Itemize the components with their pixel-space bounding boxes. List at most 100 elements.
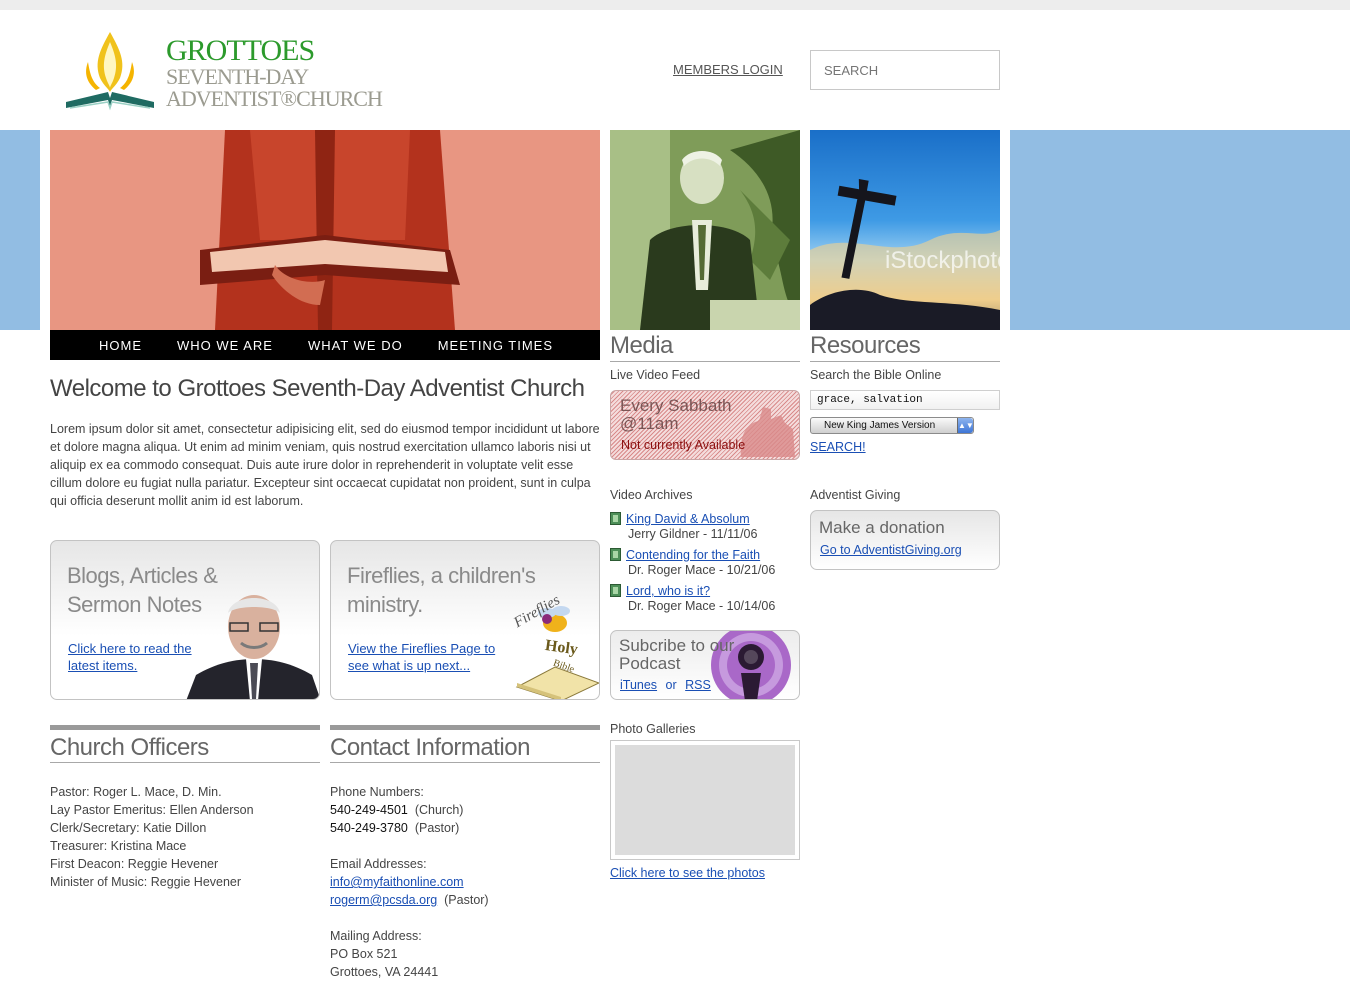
phone-label: Phone Numbers: <box>330 785 424 799</box>
pastor-portrait-icon <box>186 595 319 699</box>
email-row: rogerm@pcsda.org (Pastor) <box>330 891 600 909</box>
officer-item: Clerk/Secretary: Katie Dillon <box>50 821 207 835</box>
email-note: (Pastor) <box>444 893 489 907</box>
officers-top-rule <box>50 725 320 730</box>
nav-meeting-times[interactable]: MEETING TIMES <box>438 338 553 353</box>
archive-link[interactable]: Lord, who is it? <box>626 584 710 598</box>
podcast-or: or <box>665 678 677 692</box>
phone-row: 540-249-4501 (Church) <box>330 801 600 819</box>
video-archive-list: King David & Absolum Jerry Gildner - 11/… <box>610 511 800 613</box>
donate-box: Make a donation Go to AdventistGiving.or… <box>810 510 1000 570</box>
live-video-box[interactable]: Every Sabbath @11am Not currently Availa… <box>610 390 800 460</box>
officers-section: Church Officers Pastor: Roger L. Mace, D… <box>50 725 320 891</box>
officers-title: Church Officers <box>50 734 209 761</box>
video-archives-label: Video Archives <box>610 488 693 502</box>
media-section-header: Media <box>610 332 800 362</box>
resources-rule <box>810 361 1000 362</box>
bible-search-input[interactable] <box>810 390 1000 410</box>
email-link[interactable]: info@myfaithonline.com <box>330 875 464 889</box>
bible-version-select[interactable]: New King James Version ▲▼ <box>810 417 974 434</box>
officers-rule <box>50 762 320 763</box>
phone-row: 540-249-3780 (Pastor) <box>330 819 600 837</box>
blogs-card[interactable]: Blogs, Articles & Sermon Notes Click her… <box>50 540 320 700</box>
resources-title: Resources <box>810 332 921 359</box>
select-arrows-icon: ▲▼ <box>957 418 974 433</box>
hero-image <box>50 130 600 330</box>
archive-item: Contending for the Faith Dr. Roger Mace … <box>610 547 800 577</box>
phone-number[interactable]: 540-249-3780 <box>330 821 408 835</box>
email-label: Email Addresses: <box>330 857 427 871</box>
members-login-link[interactable]: MEMBERS LOGIN <box>673 62 783 77</box>
rss-link[interactable]: RSS <box>685 678 711 692</box>
archive-meta: Dr. Roger Mace - 10/14/06 <box>628 599 776 613</box>
watermark-text: iStockphoto <box>885 247 1000 274</box>
contact-rule <box>330 762 600 763</box>
live-line1: Every Sabbath <box>620 396 732 415</box>
contact-section: Contact Information Phone Numbers: 540-2… <box>330 725 600 981</box>
bible-version-value: New King James Version <box>824 420 936 431</box>
badge-holy: Holy <box>544 637 579 658</box>
church-name-line1: Grottoes <box>166 34 315 67</box>
archive-link[interactable]: King David & Absolum <box>626 512 750 526</box>
fireflies-bible-icon: Fireflies Holy Bible <box>510 592 599 699</box>
resources-photo: iStockphoto <box>810 130 1000 330</box>
main-nav: HOME WHO WE ARE WHAT WE DO MEETING TIMES <box>50 330 600 360</box>
nav-what-we-do[interactable]: WHAT WE DO <box>308 338 403 353</box>
welcome-title: Welcome to Grottoes Seventh-Day Adventis… <box>50 375 585 402</box>
officer-item: Minister of Music: Reggie Hevener <box>50 875 242 889</box>
adventist-giving-label: Adventist Giving <box>810 488 901 502</box>
officer-item: Treasurer: Kristina Mace <box>50 839 187 853</box>
search-input[interactable] <box>810 50 1000 90</box>
live-video-label: Live Video Feed <box>610 368 701 382</box>
mail-line: PO Box 521 <box>330 947 398 961</box>
film-icon <box>610 584 621 597</box>
hero-band-left <box>0 130 40 330</box>
top-strip <box>0 0 1350 10</box>
mail-label: Mailing Address: <box>330 929 422 943</box>
resources-section-header: Resources <box>810 332 1000 362</box>
archive-meta: Jerry Gildner - 11/11/06 <box>628 527 758 541</box>
bible-search-label: Search the Bible Online <box>810 368 942 382</box>
contact-top-rule <box>330 725 600 730</box>
archive-link[interactable]: Contending for the Faith <box>626 548 760 562</box>
bible-search-link[interactable]: SEARCH! <box>810 440 866 454</box>
donate-link[interactable]: Go to AdventistGiving.org <box>820 543 962 557</box>
gallery-link[interactable]: Click here to see the photos <box>610 866 765 880</box>
nav-who-we-are[interactable]: WHO WE ARE <box>177 338 273 353</box>
hero-band-right <box>1010 130 1350 330</box>
officer-item: Pastor: Roger L. Mace, D. Min. <box>50 785 222 799</box>
film-icon <box>610 548 621 561</box>
mail-line: Grottoes, VA 24441 <box>330 965 439 979</box>
archive-item: Lord, who is it? Dr. Roger Mace - 10/14/… <box>610 583 800 613</box>
archive-meta: Dr. Roger Mace - 10/21/06 <box>628 563 776 577</box>
donate-title: Make a donation <box>819 518 945 537</box>
archive-item: King David & Absolum Jerry Gildner - 11/… <box>610 511 800 541</box>
photo-gallery-thumb[interactable] <box>610 740 800 860</box>
live-status: Not currently Available <box>621 438 746 452</box>
fireflies-card-link[interactable]: View the Fireflies Page to see what is u… <box>348 640 508 674</box>
photo-galleries-label: Photo Galleries <box>610 722 696 736</box>
podcast-box: Subcribe to our Podcast iTunes or RSS <box>610 630 800 700</box>
phone-number[interactable]: 540-249-4501 <box>330 803 408 817</box>
phone-note: (Pastor) <box>414 821 460 835</box>
fireflies-card[interactable]: Fireflies, a children's ministry. View t… <box>330 540 600 700</box>
church-name[interactable]: Grottoes Seventh-day Adventist®Church <box>166 34 383 110</box>
podcast-title: Subcribe to our Podcast <box>619 636 735 673</box>
email-row: info@myfaithonline.com <box>330 873 600 891</box>
church-name-line2: Seventh-day <box>166 64 309 89</box>
email-link[interactable]: rogerm@pcsda.org <box>330 893 437 907</box>
media-title: Media <box>610 332 673 359</box>
officer-item: First Deacon: Reggie Hevener <box>50 857 219 871</box>
itunes-link[interactable]: iTunes <box>620 678 657 692</box>
church-logo-icon[interactable] <box>60 28 160 114</box>
contact-title: Contact Information <box>330 734 530 761</box>
podcast-links: iTunes or RSS <box>620 678 711 692</box>
nav-home[interactable]: HOME <box>99 338 142 353</box>
media-photo <box>610 130 800 330</box>
phone-note: (Church) <box>414 803 464 817</box>
welcome-body: Lorem ipsum dolor sit amet, consectetur … <box>50 422 600 508</box>
live-line2: @11am <box>620 414 679 433</box>
film-icon <box>610 512 621 525</box>
officer-item: Lay Pastor Emeritus: Ellen Anderson <box>50 803 254 817</box>
media-rule <box>610 361 800 362</box>
